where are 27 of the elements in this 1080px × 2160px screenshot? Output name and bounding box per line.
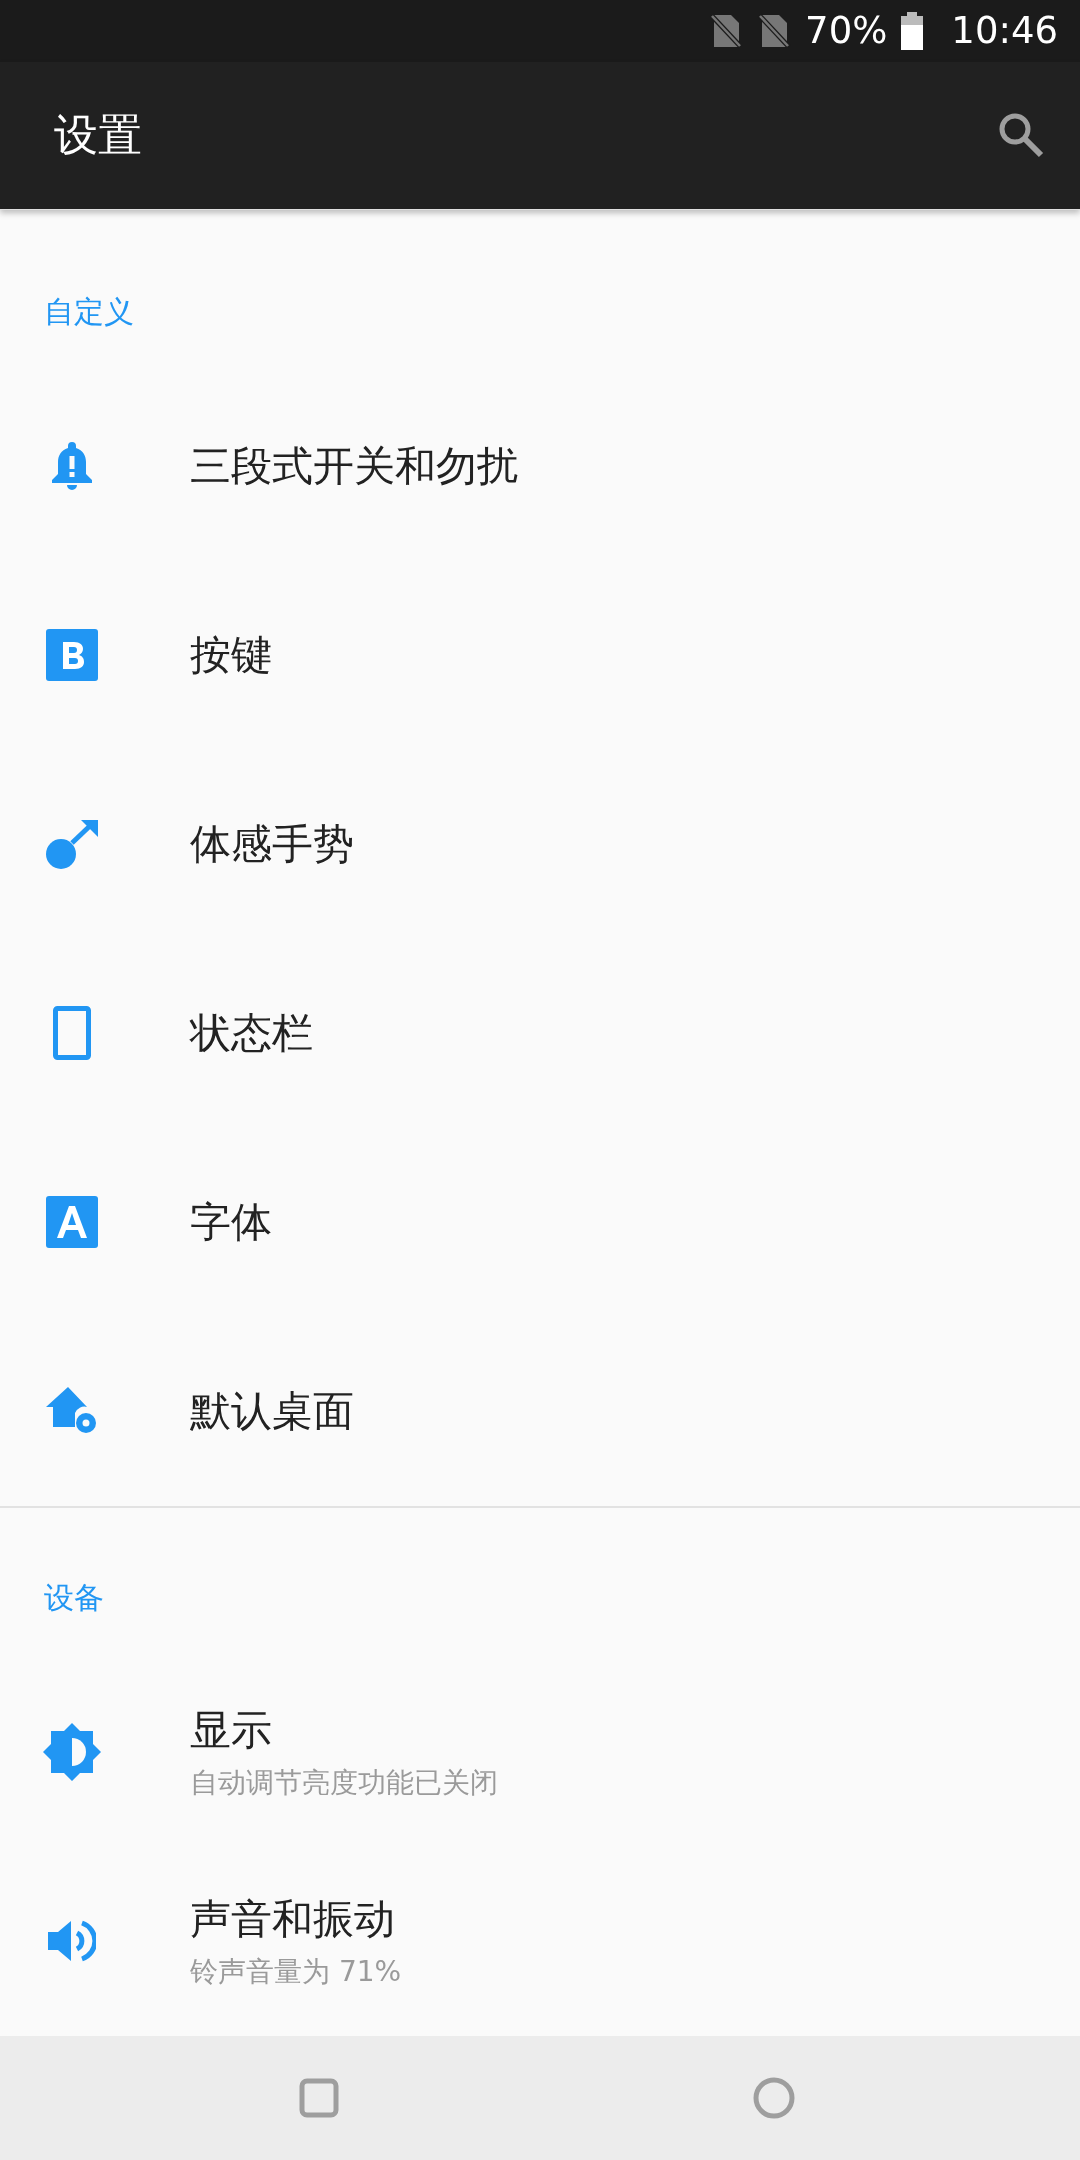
setting-title[interactable]: 字体 xyxy=(190,1194,272,1250)
section-header: 自定义 xyxy=(44,293,134,329)
home-button[interactable] xyxy=(753,2076,795,2119)
no-sim-icon xyxy=(757,12,792,49)
setting-summary: 铃声音量为 71% xyxy=(190,1953,402,1990)
setting-title[interactable]: 体感手势 xyxy=(190,816,354,872)
battery-percent: 70% xyxy=(805,9,888,53)
brightness-icon xyxy=(43,1723,101,1782)
setting-title[interactable]: 按键 xyxy=(190,627,272,683)
phone-outline-icon xyxy=(53,1006,91,1061)
no-sim-icon xyxy=(709,12,744,49)
ball-arrow-icon xyxy=(45,818,99,871)
setting-title[interactable]: 三段式开关和勿扰 xyxy=(190,438,518,494)
search-icon[interactable] xyxy=(998,112,1044,159)
battery-icon xyxy=(901,11,924,50)
section-header: 设备 xyxy=(44,1579,104,1615)
letter-b-icon xyxy=(46,629,98,682)
recents-button[interactable] xyxy=(299,2077,339,2118)
setting-title[interactable]: 显示 xyxy=(190,1702,498,1758)
clock: 10:46 xyxy=(951,9,1058,53)
setting-title[interactable]: 状态栏 xyxy=(190,1005,313,1061)
setting-title[interactable]: 声音和振动 xyxy=(190,1891,402,1947)
setting-summary: 自动调节亮度功能已关闭 xyxy=(190,1764,498,1801)
setting-title[interactable]: 默认桌面 xyxy=(190,1383,354,1439)
letter-a-icon xyxy=(46,1196,98,1249)
toolbar-title: 设置 xyxy=(54,107,142,162)
bell-alert-icon xyxy=(49,440,95,493)
